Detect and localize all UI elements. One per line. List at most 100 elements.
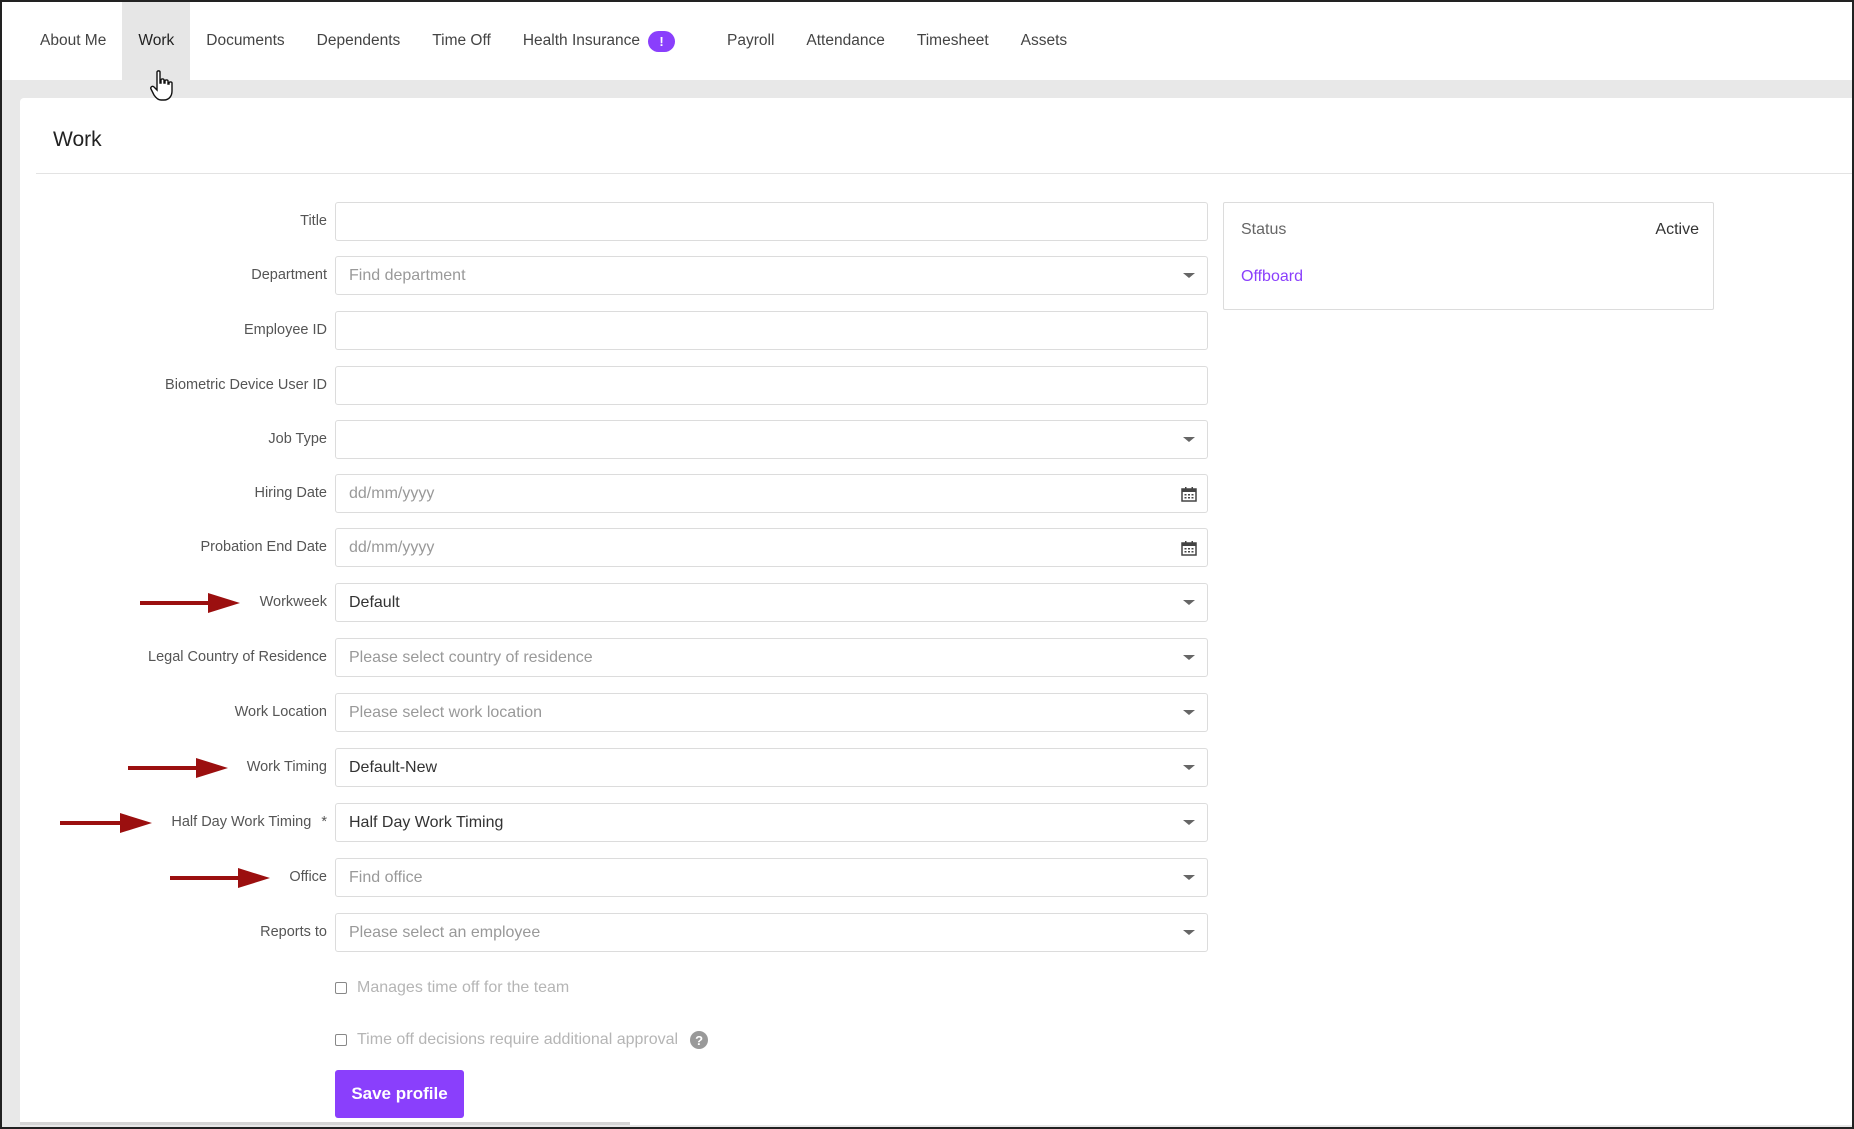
hiring-date-input[interactable]: dd/mm/yyyy	[335, 474, 1208, 513]
checkbox-label: Time off decisions require additional ap…	[357, 1031, 679, 1048]
red-arrow-icon	[60, 813, 152, 833]
select-value: Half Day Work Timing	[349, 814, 504, 831]
tab-health-insurance[interactable]: Health Insurance !	[507, 2, 711, 80]
manages-time-off-option[interactable]: Manages time off for the team	[335, 976, 569, 1000]
office-select[interactable]: Find office	[335, 858, 1208, 897]
half-day-timing-select[interactable]: Half Day Work Timing	[335, 803, 1208, 842]
tab-attendance[interactable]: Attendance	[790, 2, 900, 80]
chevron-down-icon	[1183, 273, 1195, 278]
chevron-down-icon	[1183, 655, 1195, 660]
form-row-job-type: Job Type	[20, 420, 1230, 459]
tab-label: Documents	[206, 32, 285, 49]
field-label: Employee ID	[243, 322, 327, 338]
tab-bar: About Me Work Documents Dependents Time …	[2, 2, 1852, 84]
alert-badge: !	[648, 30, 676, 52]
red-arrow-icon	[170, 868, 270, 888]
form-row-probation-end-date: Probation End Date dd/mm/yyyy	[20, 528, 1230, 567]
placeholder-text: Please select work location	[349, 704, 542, 721]
save-profile-button[interactable]: Save profile	[335, 1070, 464, 1118]
chevron-down-icon	[1183, 875, 1195, 880]
page-title: Work	[53, 128, 102, 151]
probation-end-date-input[interactable]: dd/mm/yyyy	[335, 528, 1208, 567]
employee-id-input[interactable]	[335, 311, 1208, 350]
field-label: Legal Country of Residence	[148, 649, 327, 665]
tab-about-me[interactable]: About Me	[24, 2, 122, 80]
placeholder-text: Find department	[349, 267, 466, 284]
form-row-department: Department Find department	[20, 256, 1230, 295]
field-label: Job Type	[268, 431, 327, 447]
tab-label: Dependents	[316, 32, 401, 49]
tab-label: Health Insurance	[522, 32, 641, 49]
form-row-employee-id: Employee ID	[20, 311, 1230, 350]
field-label: Hiring Date	[254, 485, 327, 501]
department-select[interactable]: Find department	[335, 256, 1208, 295]
form-row-work-timing: Work Timing Default-New	[20, 748, 1230, 787]
placeholder-text: Please select country of residence	[349, 649, 593, 666]
form-row-hiring-date: Hiring Date dd/mm/yyyy	[20, 474, 1230, 513]
title-input[interactable]	[335, 202, 1208, 241]
tab-time-off[interactable]: Time Off	[416, 2, 507, 80]
red-arrow-icon	[128, 758, 228, 778]
form-row-biometric-id: Biometric Device User ID	[20, 366, 1230, 405]
status-value: Active	[1655, 221, 1699, 238]
field-label: Work Timing	[246, 759, 327, 775]
status-label: Status	[1241, 221, 1287, 238]
tab-timesheet[interactable]: Timesheet	[901, 2, 1005, 80]
field-label: Department	[251, 267, 327, 283]
horizontal-scrollbar[interactable]	[20, 1122, 630, 1125]
chevron-down-icon	[1183, 600, 1195, 605]
tab-assets[interactable]: Assets	[1005, 2, 1084, 80]
chevron-down-icon	[1183, 437, 1195, 442]
red-arrow-icon	[140, 593, 240, 613]
field-label: Work Location	[234, 704, 327, 720]
tab-label: About Me	[40, 32, 107, 49]
tab-label: Assets	[1020, 32, 1068, 49]
field-label: Reports to	[260, 924, 327, 940]
select-value: Default-New	[349, 759, 438, 776]
required-mark: *	[321, 814, 327, 830]
country-select[interactable]: Please select country of residence	[335, 638, 1208, 677]
form-row-country: Legal Country of Residence Please select…	[20, 638, 1230, 677]
field-label: Half Day Work Timing *	[171, 803, 327, 842]
field-label: Workweek	[259, 594, 327, 610]
workweek-select[interactable]: Default	[335, 583, 1208, 622]
offboard-link[interactable]: Offboard	[1241, 268, 1303, 286]
chevron-down-icon	[1183, 710, 1195, 715]
placeholder-text: dd/mm/yyyy	[349, 485, 435, 502]
placeholder-text: dd/mm/yyyy	[349, 539, 435, 556]
calendar-icon[interactable]	[1181, 486, 1197, 502]
divider	[36, 173, 1852, 174]
additional-approval-checkbox[interactable]	[335, 1034, 347, 1046]
calendar-icon[interactable]	[1181, 540, 1197, 556]
biometric-id-input[interactable]	[335, 366, 1208, 405]
tab-label: Time Off	[432, 32, 491, 49]
tab-label: Payroll	[727, 32, 775, 49]
field-label: Office	[289, 869, 327, 885]
form-row-office: Office Find office	[20, 858, 1230, 897]
reports-to-select[interactable]: Please select an employee	[335, 913, 1208, 952]
label-text: Half Day Work Timing	[171, 814, 312, 830]
form-row-half-day-timing: Half Day Work Timing * Half Day Work Tim…	[20, 803, 1230, 842]
field-label: Biometric Device User ID	[165, 377, 327, 393]
form-row-reports-to: Reports to Please select an employee	[20, 913, 1230, 952]
tab-payroll[interactable]: Payroll	[711, 2, 790, 80]
tab-label: Timesheet	[916, 32, 989, 49]
tab-label: Work	[138, 32, 175, 49]
chevron-down-icon	[1183, 930, 1195, 935]
work-timing-select[interactable]: Default-New	[335, 748, 1208, 787]
help-icon[interactable]: ?	[690, 1031, 709, 1049]
chevron-down-icon	[1183, 765, 1195, 770]
placeholder-text: Find office	[349, 869, 423, 886]
form-row-workweek: Workweek Default	[20, 583, 1230, 622]
tab-documents[interactable]: Documents	[190, 2, 300, 80]
work-location-select[interactable]: Please select work location	[335, 693, 1208, 732]
field-label: Title	[300, 213, 327, 229]
job-type-select[interactable]	[335, 420, 1208, 459]
additional-approval-option[interactable]: Time off decisions require additional ap…	[335, 1028, 709, 1052]
form-row-work-location: Work Location Please select work locatio…	[20, 693, 1230, 732]
hand-cursor-icon	[150, 70, 173, 101]
manages-time-off-checkbox[interactable]	[335, 982, 347, 994]
form-row-title: Title	[20, 202, 1230, 241]
tab-work[interactable]: Work	[122, 2, 191, 84]
tab-dependents[interactable]: Dependents	[301, 2, 417, 80]
